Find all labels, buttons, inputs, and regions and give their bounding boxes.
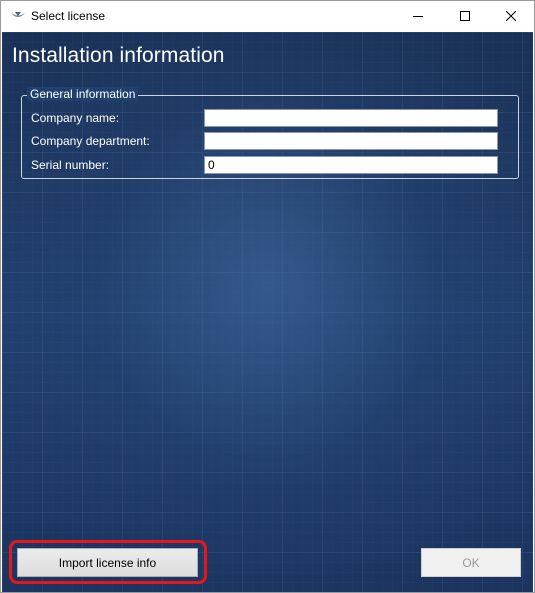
title-bar[interactable]: Select license <box>1 1 534 31</box>
general-information-group: General information Company name: Compan… <box>21 87 519 179</box>
page-title: Installation information <box>12 44 225 67</box>
app-logo-icon <box>10 9 26 23</box>
serial-number-input[interactable] <box>204 156 498 174</box>
serial-number-label: Serial number: <box>31 158 110 172</box>
company-department-input[interactable] <box>204 132 498 150</box>
client-area: Installation information General informa… <box>2 32 533 592</box>
company-department-row: Company department: <box>31 132 511 150</box>
company-name-input[interactable] <box>204 109 498 127</box>
ok-button[interactable]: OK <box>421 548 521 577</box>
minimize-icon <box>413 11 423 21</box>
close-icon <box>506 11 516 21</box>
company-name-label: Company name: <box>31 111 120 125</box>
close-button[interactable] <box>488 1 534 31</box>
company-department-label: Company department: <box>31 134 150 148</box>
company-name-row: Company name: <box>31 109 511 127</box>
group-legend: General information <box>27 87 139 101</box>
minimize-button[interactable] <box>395 1 441 31</box>
serial-number-row: Serial number: <box>31 156 511 174</box>
maximize-button[interactable] <box>442 1 488 31</box>
maximize-icon <box>460 11 470 21</box>
import-license-info-button[interactable]: Import license info <box>17 548 198 577</box>
select-license-window: Select license Installation information … <box>0 0 535 593</box>
window-title: Select license <box>31 9 106 23</box>
